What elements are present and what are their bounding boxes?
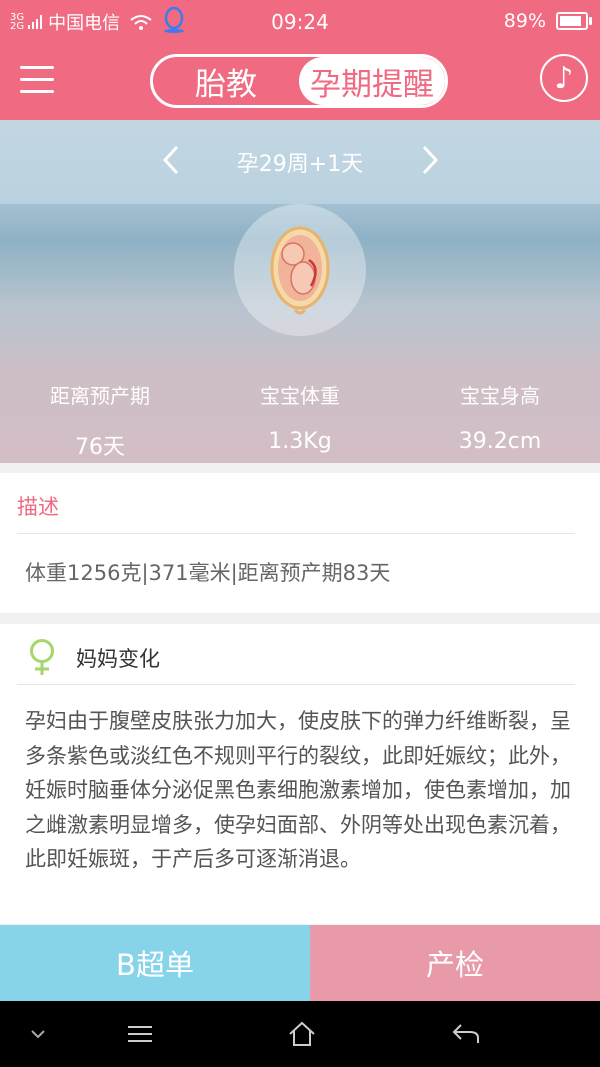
system-nav-bar <box>0 1001 600 1067</box>
nav-collapse-button[interactable] <box>18 1019 58 1049</box>
battery-percent: 89% <box>503 10 546 32</box>
nav-back-button[interactable] <box>446 1019 486 1049</box>
description-text: 体重1256克|371毫米|距离预产期83天 <box>25 561 391 585</box>
music-note-icon[interactable]: ♪ <box>540 54 588 102</box>
chevron-down-icon <box>31 1030 45 1039</box>
stat-value: 76天 <box>75 435 125 460</box>
mom-changes-title: 妈妈变化 <box>76 647 160 671</box>
mom-changes-text: 孕妇由于腹壁皮肤张力加大，使皮肤下的弹力纤维断裂，呈多条紫色或淡红色不规则平行的… <box>25 709 571 872</box>
tab-prenatal-education[interactable]: 胎教 <box>153 57 299 105</box>
pregnancy-hero: 孕29周+1天 距离预产期 76天 宝宝体重 1.3Kg 宝宝身高 39.2cm <box>0 120 600 463</box>
tab-pregnancy-reminder[interactable]: 孕期提醒 <box>299 57 445 105</box>
week-label: 孕29周+1天 <box>236 152 364 177</box>
divider <box>17 533 575 534</box>
stat-value: 39.2cm <box>458 429 542 454</box>
stat-baby-weight: 宝宝体重 1.3Kg <box>200 380 400 454</box>
divider <box>17 684 575 685</box>
status-bar: 3G 2G 中国电信 09:24 89% <box>0 0 600 44</box>
stat-label: 宝宝身高 <box>460 384 540 408</box>
menu-lines-icon <box>128 1026 152 1042</box>
stat-baby-height: 宝宝身高 39.2cm <box>400 380 600 454</box>
nav-recent-apps-button[interactable] <box>120 1019 160 1049</box>
female-symbol-icon <box>30 639 54 675</box>
description-card: 描述 体重1256克|371毫米|距离预产期83天 <box>0 473 600 613</box>
baby-stats: 距离预产期 76天 宝宝体重 1.3Kg 宝宝身高 39.2cm <box>0 380 600 460</box>
prenatal-checkup-button[interactable]: 产检 <box>310 925 600 1001</box>
chevron-right-icon <box>422 145 439 175</box>
week-navigator: 孕29周+1天 <box>0 120 600 204</box>
tab-switcher: 胎教 孕期提醒 <box>150 54 448 108</box>
app-header: 胎教 孕期提醒 ♪ <box>0 44 600 120</box>
top-bar: 3G 2G 中国电信 09:24 89% 胎教 孕期提醒 ♪ <box>0 0 600 120</box>
description-title: 描述 <box>17 495 59 519</box>
stat-label: 宝宝体重 <box>260 384 340 408</box>
stat-value: 1.3Kg <box>268 429 332 454</box>
ultrasound-report-button[interactable]: B超单 <box>0 925 310 1001</box>
back-arrow-icon <box>452 1024 479 1043</box>
stat-label: 距离预产期 <box>50 384 150 408</box>
fetus-image <box>234 204 366 336</box>
stat-due-date: 距离预产期 76天 <box>0 380 200 461</box>
status-right: 89% <box>503 10 592 32</box>
battery-level <box>560 16 581 26</box>
nav-home-button[interactable] <box>282 1019 322 1049</box>
fetus-illustration-icon <box>270 226 330 315</box>
menu-icon[interactable] <box>20 66 54 94</box>
battery-icon <box>556 12 592 30</box>
next-week-button[interactable] <box>415 142 445 178</box>
mom-changes-card: 妈妈变化 孕妇由于腹壁皮肤张力加大，使皮肤下的弹力纤维断裂，呈多条紫色或淡红色不… <box>0 624 600 924</box>
home-icon <box>289 1021 315 1046</box>
